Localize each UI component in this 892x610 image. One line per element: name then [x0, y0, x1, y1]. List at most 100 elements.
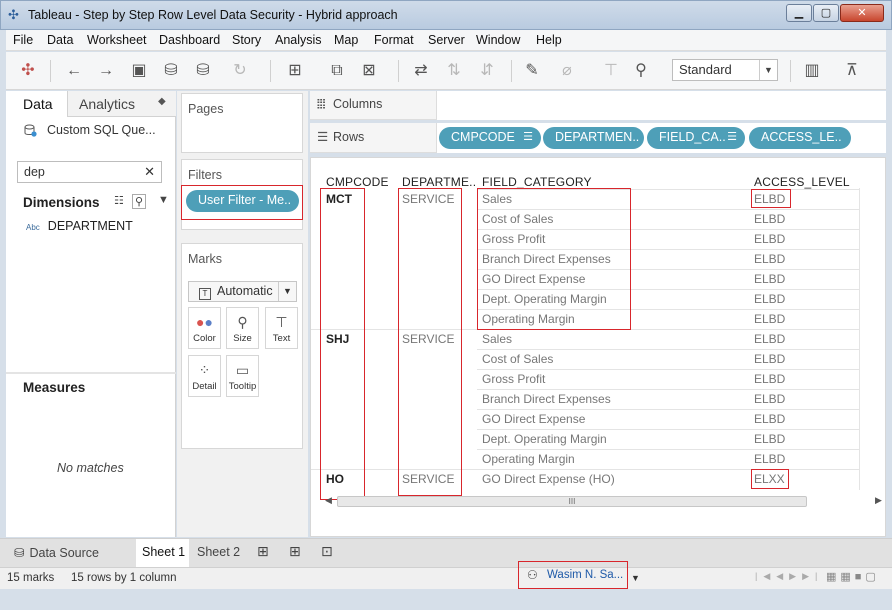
field-category-cell[interactable]: Branch Direct Expenses	[482, 392, 611, 406]
scroll-left-icon[interactable]: ◀	[325, 495, 332, 506]
column-header-cmpcode[interactable]: CMPCODE	[326, 175, 389, 189]
menu-help[interactable]: Help	[536, 33, 562, 47]
save-icon[interactable]: ▣	[128, 60, 150, 82]
menu-format[interactable]: Format	[374, 33, 414, 47]
fit-select[interactable]: Standard ▼	[672, 59, 778, 81]
dimension-field-department[interactable]: Abc DEPARTMENT	[26, 219, 133, 233]
text-button[interactable]: ⊤ Text	[265, 307, 298, 349]
mark-type-select[interactable]: T Automatic ▼	[188, 281, 297, 302]
access-level-cell[interactable]: ELBD	[754, 332, 785, 346]
sheet-navigation-icons[interactable]: |◀◀▶▶|	[755, 571, 823, 582]
menu-file[interactable]: File	[13, 33, 33, 47]
access-level-cell[interactable]: ELBD	[754, 292, 785, 306]
maximize-button[interactable]: ▢	[813, 4, 839, 22]
dimension-field-label: DEPARTMENT	[47, 219, 133, 233]
group-members-icon[interactable]: ⌀	[556, 60, 578, 82]
tab-analytics[interactable]: Analytics	[79, 96, 135, 112]
field-category-cell[interactable]: Cost of Sales	[482, 352, 553, 366]
columns-drop-area[interactable]	[436, 91, 886, 120]
access-level-cell[interactable]: ELBD	[754, 312, 785, 326]
size-button[interactable]: ⚲ Size	[226, 307, 259, 349]
clear-sheet-icon[interactable]: ⊠	[358, 60, 380, 82]
pages-card[interactable]: Pages	[181, 93, 303, 153]
user-account-button[interactable]: ⚇ Wasim N. Sa...	[518, 561, 628, 589]
menu-analysis[interactable]: Analysis	[275, 33, 322, 47]
search-icon[interactable]: ⚲	[132, 194, 147, 209]
highlight-icon[interactable]: ✎	[521, 60, 543, 82]
menu-dashboard[interactable]: Dashboard	[159, 33, 220, 47]
field-category-cell[interactable]: GO Direct Expense	[482, 412, 585, 426]
user-name: Wasim N. Sa...	[547, 569, 624, 581]
user-dropdown-icon[interactable]: ▼	[631, 573, 640, 583]
access-level-cell[interactable]: ELBD	[754, 372, 785, 386]
fix-axes-icon[interactable]: ⚲	[630, 60, 652, 82]
sort-descending-icon[interactable]: ⇵	[476, 60, 498, 82]
sort-ascending-icon[interactable]: ⇅	[443, 60, 465, 82]
new-data-source-icon[interactable]: ⛁	[160, 60, 182, 82]
scrollbar-thumb[interactable]: III	[337, 496, 807, 507]
tab-sheet2[interactable]: Sheet 2	[197, 539, 240, 567]
clear-search-icon[interactable]: ✕	[144, 164, 155, 180]
view-list-icon[interactable]: ☷	[114, 194, 124, 207]
menu-data[interactable]: Data	[47, 33, 73, 47]
toolbar-divider	[50, 60, 51, 82]
detail-button[interactable]: ⁘ Detail	[188, 355, 221, 397]
field-category-cell[interactable]: GO Direct Expense (HO)	[482, 472, 615, 486]
presentation-mode-icon[interactable]: ⊼	[841, 60, 863, 82]
tab-sheet1[interactable]: Sheet 1	[136, 539, 189, 567]
new-worksheet-icon[interactable]: ⊞	[257, 539, 269, 567]
pause-updates-icon[interactable]: ⛁	[192, 60, 214, 82]
menu-map[interactable]: Map	[334, 33, 358, 47]
dropdown-arrow-icon[interactable]: ▼	[158, 194, 169, 206]
access-level-cell[interactable]: ELBD	[754, 432, 785, 446]
minimize-button[interactable]: ▁	[786, 4, 812, 22]
access-level-cell[interactable]: ELBD	[754, 232, 785, 246]
rows-pill-cmpcode[interactable]: CMPCODE ☰	[439, 127, 541, 149]
tooltip-button[interactable]: ▭ Tooltip	[226, 355, 259, 397]
refresh-icon[interactable]: ↻	[229, 60, 251, 82]
field-category-cell[interactable]: Dept. Operating Margin	[482, 432, 607, 446]
pane-divider[interactable]	[6, 372, 176, 374]
access-level-cell[interactable]: ELBD	[754, 212, 785, 226]
tableau-home-icon[interactable]: ✣	[17, 60, 39, 82]
access-level-cell[interactable]: ELBD	[754, 272, 785, 286]
horizontal-scrollbar[interactable]: ◀ III ▶	[323, 493, 882, 510]
access-level-cell[interactable]: ELBD	[754, 452, 785, 466]
rows-pill-department[interactable]: DEPARTMEN..	[543, 127, 644, 149]
field-category-cell[interactable]: Operating Margin	[482, 452, 575, 466]
tab-toggle-icon[interactable]: ◆	[158, 96, 166, 107]
tab-data[interactable]: Data	[6, 91, 68, 117]
field-search-input[interactable]: dep ✕	[17, 161, 162, 183]
new-story-icon[interactable]: ⊡	[321, 539, 333, 567]
show-mark-labels-icon[interactable]: ⊤	[600, 60, 622, 82]
rows-pill-access-level[interactable]: ACCESS_LE..	[749, 127, 851, 149]
access-level-cell[interactable]: ELBD	[754, 412, 785, 426]
menu-story[interactable]: Story	[232, 33, 261, 47]
new-worksheet-icon[interactable]: ⊞	[284, 60, 306, 82]
column-header-access-level[interactable]: ACCESS_LEVEL	[754, 175, 850, 189]
close-button[interactable]: ✕	[840, 4, 884, 22]
menu-window[interactable]: Window	[476, 33, 520, 47]
tab-data-source[interactable]: ⛁ Data Source	[14, 539, 99, 567]
menu-server[interactable]: Server	[428, 33, 465, 47]
swap-rows-columns-icon[interactable]: ⇄	[410, 60, 432, 82]
access-level-cell[interactable]: ELBD	[754, 392, 785, 406]
scroll-right-icon[interactable]: ▶	[875, 495, 882, 506]
color-button[interactable]: ●● Color	[188, 307, 221, 349]
new-dashboard-icon[interactable]: ⊞	[289, 539, 301, 567]
filters-card[interactable]: Filters User Filter - Me..	[181, 159, 303, 230]
duplicate-sheet-icon[interactable]: ⧉	[326, 60, 348, 82]
rows-pill-field-category[interactable]: FIELD_CA.. ☰	[647, 127, 745, 149]
field-category-cell[interactable]: Gross Profit	[482, 372, 545, 386]
menu-worksheet[interactable]: Worksheet	[87, 33, 147, 47]
column-header-department[interactable]: DEPARTME..	[402, 175, 476, 189]
rows-drop-area[interactable]: CMPCODE ☰ DEPARTMEN.. FIELD_CA.. ☰ ACCES…	[436, 123, 886, 153]
access-level-cell[interactable]: ELBD	[754, 252, 785, 266]
column-header-field-category[interactable]: FIELD_CATEGORY	[482, 175, 592, 189]
undo-icon[interactable]: ←	[63, 60, 85, 82]
field-category-cell[interactable]: Sales	[482, 332, 512, 346]
access-level-cell[interactable]: ELBD	[754, 352, 785, 366]
redo-icon[interactable]: →	[95, 60, 117, 82]
view-mode-icons[interactable]: ▦▦■▢	[826, 570, 880, 583]
show-cards-icon[interactable]: ▥	[801, 60, 823, 82]
